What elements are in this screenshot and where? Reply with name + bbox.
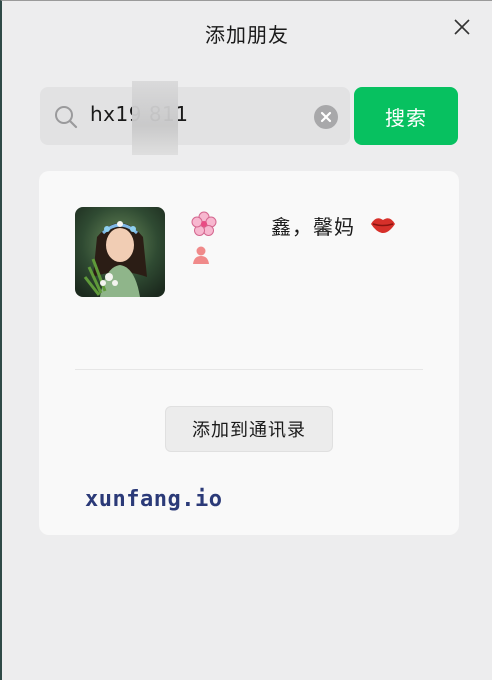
add-friend-dialog: 添加朋友 hx19 811 搜索 — [0, 0, 492, 680]
divider — [75, 369, 423, 370]
add-to-contacts-button[interactable]: 添加到通讯录 — [165, 406, 333, 452]
avatar[interactable] — [75, 207, 165, 297]
clear-icon — [320, 111, 332, 123]
close-icon — [454, 19, 470, 35]
contact-nickname: 鑫，馨妈 — [271, 215, 355, 239]
search-button[interactable]: 搜索 — [354, 87, 458, 145]
search-field[interactable]: hx19 811 — [40, 81, 350, 155]
female-icon — [191, 245, 211, 265]
watermark: xunfang.io — [85, 487, 223, 512]
dialog-title: 添加朋友 — [205, 23, 289, 47]
lips-icon — [369, 211, 397, 237]
cherry-blossom-icon — [191, 211, 217, 237]
search-icon — [55, 106, 78, 129]
clear-search-button[interactable] — [314, 105, 338, 129]
search-result-card: 鑫，馨妈 添加到通讯录 xunfang.io — [39, 171, 459, 535]
redaction-mosaic — [132, 81, 178, 155]
avatar-image — [75, 207, 165, 297]
close-button[interactable] — [452, 17, 472, 37]
